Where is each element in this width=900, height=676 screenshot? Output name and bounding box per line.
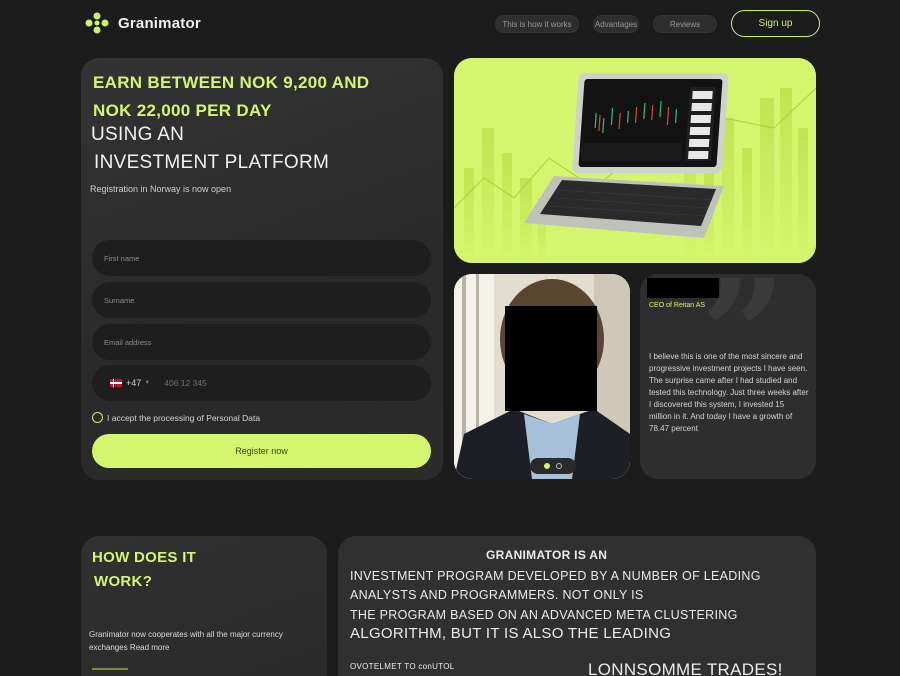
first-name-input[interactable]: [92, 240, 431, 276]
brand-name: Granimator: [118, 14, 201, 32]
how-title-line-2: WORK?: [94, 573, 153, 590]
nav-reviews[interactable]: Reviews: [653, 15, 717, 33]
about-line-3: ANALYSTS AND PROGRAMMERS. NOT ONLY IS: [350, 588, 644, 602]
registration-card: EARN BETWEEN NOK 9,200 AND NOK 22,000 PE…: [81, 58, 443, 480]
testimonial-photo: [454, 274, 630, 479]
testimonial-card: ” CEO of Reitan AS I believe this is one…: [640, 274, 816, 479]
about-line-4: THE PROGRAM BASED ON AN ADVANCED META CL…: [350, 608, 738, 622]
logo-icon: [85, 12, 109, 34]
laptop-chart-illustration: [454, 58, 816, 263]
headline-line-2: NOK 22,000 PER DAY: [93, 101, 272, 120]
nav-advantages[interactable]: Advantages: [593, 15, 639, 33]
brand-logo[interactable]: Granimator: [84, 12, 201, 34]
phone-field: +47 ▼: [92, 365, 431, 401]
testimonial-role: CEO of Reitan AS: [649, 302, 706, 309]
phone-input[interactable]: [162, 377, 363, 389]
testimonial-quote: I believe this is one of the most sincer…: [649, 352, 809, 433]
person-photo: [454, 274, 630, 479]
email-input[interactable]: [92, 324, 431, 360]
how-title-line-1: HOW DOES IT: [92, 549, 197, 566]
headline-line-1: EARN BETWEEN NOK 9,200 AND: [93, 73, 370, 92]
surname-input[interactable]: [92, 282, 431, 318]
nav-how-it-works[interactable]: This is how it works: [495, 15, 579, 33]
about-line-1: GRANIMATOR IS AN: [486, 548, 608, 562]
about-line-6: OVOTELMET TO conUTOL: [350, 662, 455, 671]
about-line-2: INVESTMENT PROGRAM DEVELOPED BY A NUMBER…: [350, 569, 761, 583]
face-redaction: [505, 306, 597, 411]
consent-checkbox[interactable]: [92, 412, 103, 423]
chevron-down-icon[interactable]: ▼: [144, 380, 150, 386]
about-card: GRANIMATOR IS AN INVESTMENT PROGRAM DEVE…: [338, 536, 816, 676]
headline-line-4: INVESTMENT PLATFORM: [94, 152, 330, 173]
registration-subtitle: Registration in Norway is now open: [90, 184, 232, 194]
about-line-7: LONNSOMME TRADES!: [588, 660, 783, 676]
carousel-dot[interactable]: [556, 463, 562, 469]
norway-flag-icon[interactable]: [110, 379, 122, 387]
consent-row: I accept the processing of Personal Data: [92, 412, 260, 423]
carousel-dot-active[interactable]: [544, 463, 550, 469]
name-redaction: [647, 278, 719, 298]
landing-page: Granimator This is how it works Advantag…: [0, 0, 900, 676]
carousel-dots: [530, 458, 576, 474]
divider: [92, 668, 128, 670]
dial-code[interactable]: +47: [126, 378, 141, 388]
how-it-works-card: HOW DOES IT WORK? Granimator now coopera…: [81, 536, 327, 676]
about-line-5: ALGORITHM, BUT IT IS ALSO THE LEADING: [350, 625, 672, 642]
how-text[interactable]: Granimator now cooperates with all the m…: [89, 628, 314, 654]
signup-button[interactable]: Sign up: [731, 10, 820, 37]
register-button[interactable]: Register now: [92, 434, 431, 468]
promo-laptop-image: [454, 58, 816, 263]
consent-label: I accept the processing of Personal Data: [107, 412, 261, 423]
headline-line-3: USING AN: [91, 124, 185, 145]
